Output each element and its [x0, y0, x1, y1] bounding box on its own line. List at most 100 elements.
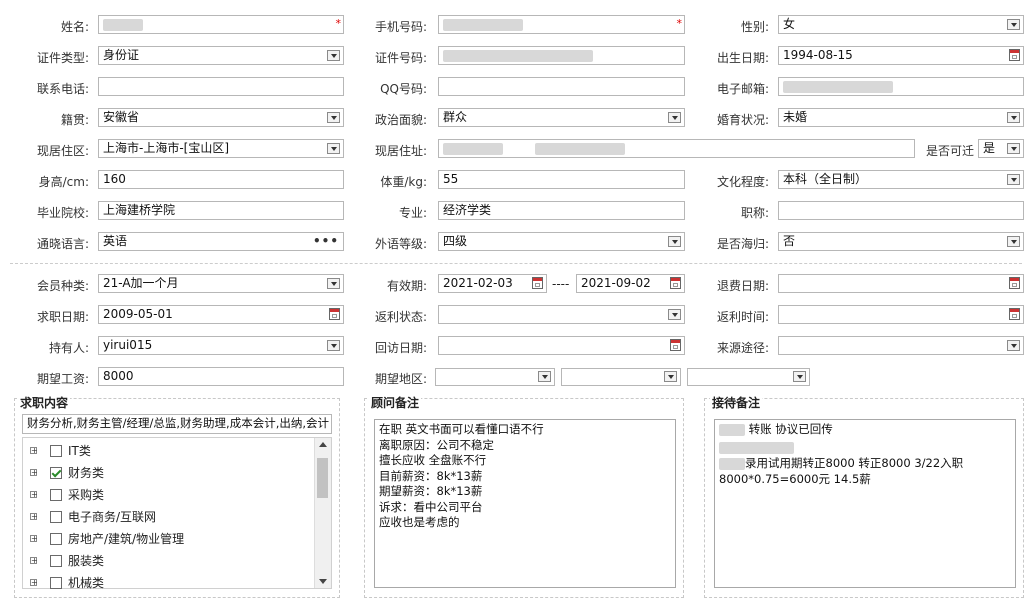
plus-icon[interactable]: + — [30, 447, 38, 455]
foreign-level-select[interactable]: 四级 — [438, 232, 685, 251]
reception-notes-textarea[interactable]: 转账 协议已回传 录用试用期转正8000 转正8000 3/22入职 8000*… — [714, 419, 1016, 588]
plus-icon[interactable]: + — [30, 469, 38, 477]
plus-icon[interactable]: + — [30, 579, 38, 587]
native-select[interactable]: 安徽省 — [98, 108, 344, 127]
calendar-icon[interactable] — [1009, 49, 1020, 61]
refund-date-field[interactable] — [778, 274, 1024, 293]
gender-select[interactable]: 女 — [778, 15, 1024, 34]
chevron-down-icon[interactable] — [1007, 143, 1020, 154]
rebate-status-select[interactable] — [438, 305, 685, 324]
visit-date-label: 回访日期: — [374, 341, 427, 355]
weight-field[interactable]: 55 — [438, 170, 685, 189]
advisor-notes-textarea[interactable]: 在职 英文书面可以看懂口语不行 离职原因：公司不稳定 擅长应收 全盘账不行 目前薪资：… — [374, 419, 676, 588]
chevron-down-icon[interactable] — [327, 340, 340, 351]
job-content-title: 求职内容 — [18, 394, 71, 411]
chevron-down-icon[interactable] — [668, 112, 681, 123]
rebate-time-field[interactable] — [778, 305, 1024, 324]
language-label: 通晓语言: — [36, 237, 89, 251]
source-select[interactable] — [778, 336, 1024, 355]
chevron-down-icon[interactable] — [1007, 174, 1020, 185]
residence-select[interactable]: 上海市-上海市-[宝山区] — [98, 139, 344, 158]
birth-date-field[interactable]: 1994-08-15 — [778, 46, 1024, 65]
education-label: 文化程度: — [716, 175, 769, 189]
tree-checkbox[interactable] — [50, 511, 62, 523]
date-separator: ---- — [552, 277, 570, 291]
email-field[interactable] — [778, 77, 1024, 96]
job-date-label: 求职日期: — [36, 310, 89, 324]
school-field[interactable]: 上海建桥学院 — [98, 201, 344, 220]
member-type-select[interactable]: 21-A加一个月 — [98, 274, 344, 293]
salary-label: 期望工资: — [36, 372, 89, 386]
calendar-icon[interactable] — [670, 277, 681, 289]
visit-date-field[interactable] — [438, 336, 685, 355]
plus-icon[interactable]: + — [30, 535, 38, 543]
valid-to-field[interactable]: 2021-09-02 — [576, 274, 685, 293]
education-select[interactable]: 本科（全日制） — [778, 170, 1024, 189]
chevron-down-icon[interactable] — [793, 371, 806, 382]
scroll-thumb[interactable] — [317, 458, 328, 498]
chevron-down-icon[interactable] — [668, 236, 681, 247]
holder-label: 持有人: — [48, 341, 89, 355]
weight-label: 体重/kg: — [380, 175, 427, 189]
chevron-down-icon[interactable] — [1007, 112, 1020, 123]
tel-field[interactable] — [98, 77, 344, 96]
calendar-icon[interactable] — [670, 339, 681, 351]
name-field[interactable]: * — [98, 15, 344, 34]
idno-label: 证件号码: — [374, 51, 427, 65]
major-field[interactable]: 经济学类 — [438, 201, 685, 220]
email-label: 电子邮箱: — [716, 82, 769, 96]
scroll-down-icon[interactable] — [319, 579, 327, 584]
chevron-down-icon[interactable] — [668, 309, 681, 320]
idno-field[interactable] — [438, 46, 685, 65]
marital-select[interactable]: 未婚 — [778, 108, 1024, 127]
tree-checkbox[interactable] — [50, 533, 62, 545]
advisor-note-line: 期望薪资：8k*13薪 — [379, 484, 483, 498]
region-province-select[interactable] — [435, 368, 555, 386]
calendar-icon[interactable] — [1009, 277, 1020, 289]
tree-checkbox[interactable] — [50, 555, 62, 567]
job-selected-field[interactable]: 财务分析,财务主管/经理/总监,财务助理,成本会计,出纳,会计 — [22, 414, 332, 434]
chevron-down-icon[interactable] — [1007, 340, 1020, 351]
chevron-down-icon[interactable] — [1007, 236, 1020, 247]
address-field[interactable] — [438, 139, 915, 158]
height-field[interactable]: 160 — [98, 170, 344, 189]
chevron-down-icon[interactable] — [327, 50, 340, 61]
plus-icon[interactable]: + — [30, 513, 38, 521]
valid-from-field[interactable]: 2021-02-03 — [438, 274, 547, 293]
job-date-field[interactable]: 2009-05-01 — [98, 305, 344, 324]
chevron-down-icon[interactable] — [327, 112, 340, 123]
calendar-icon[interactable] — [329, 308, 340, 320]
valid-to-value: 2021-09-02 — [581, 276, 651, 290]
tree-checkbox[interactable] — [50, 577, 62, 589]
phone-field[interactable]: * — [438, 15, 685, 34]
overseas-select[interactable]: 否 — [778, 232, 1024, 251]
region-city-select[interactable] — [561, 368, 681, 386]
language-field[interactable]: 英语 ••• — [98, 232, 344, 251]
title-field[interactable] — [778, 201, 1024, 220]
relocate-select[interactable]: 是 — [978, 139, 1024, 158]
tree-checkbox[interactable] — [50, 445, 62, 457]
chevron-down-icon[interactable] — [664, 371, 677, 382]
ellipsis-icon[interactable]: ••• — [313, 233, 339, 250]
calendar-icon[interactable] — [1009, 308, 1020, 320]
idtype-select[interactable]: 身份证 — [98, 46, 344, 65]
address-label: 现居住址: — [374, 144, 427, 158]
advisor-note-line: 离职原因：公司不稳定 — [379, 437, 494, 452]
plus-icon[interactable]: + — [30, 557, 38, 565]
region-district-select[interactable] — [687, 368, 810, 386]
chevron-down-icon[interactable] — [327, 278, 340, 289]
calendar-icon[interactable] — [532, 277, 543, 289]
chevron-down-icon[interactable] — [538, 371, 551, 382]
chevron-down-icon[interactable] — [1007, 19, 1020, 30]
holder-select[interactable]: yirui015 — [98, 336, 344, 355]
name-label: 姓名: — [60, 20, 89, 34]
plus-icon[interactable]: + — [30, 491, 38, 499]
chevron-down-icon[interactable] — [327, 143, 340, 154]
scroll-up-icon[interactable] — [319, 442, 327, 447]
tree-checkbox[interactable] — [50, 489, 62, 501]
qq-field[interactable] — [438, 77, 685, 96]
tree-checkbox[interactable] — [50, 467, 62, 479]
tree-scrollbar[interactable] — [314, 438, 331, 588]
salary-field[interactable]: 8000 — [98, 367, 344, 386]
political-select[interactable]: 群众 — [438, 108, 685, 127]
